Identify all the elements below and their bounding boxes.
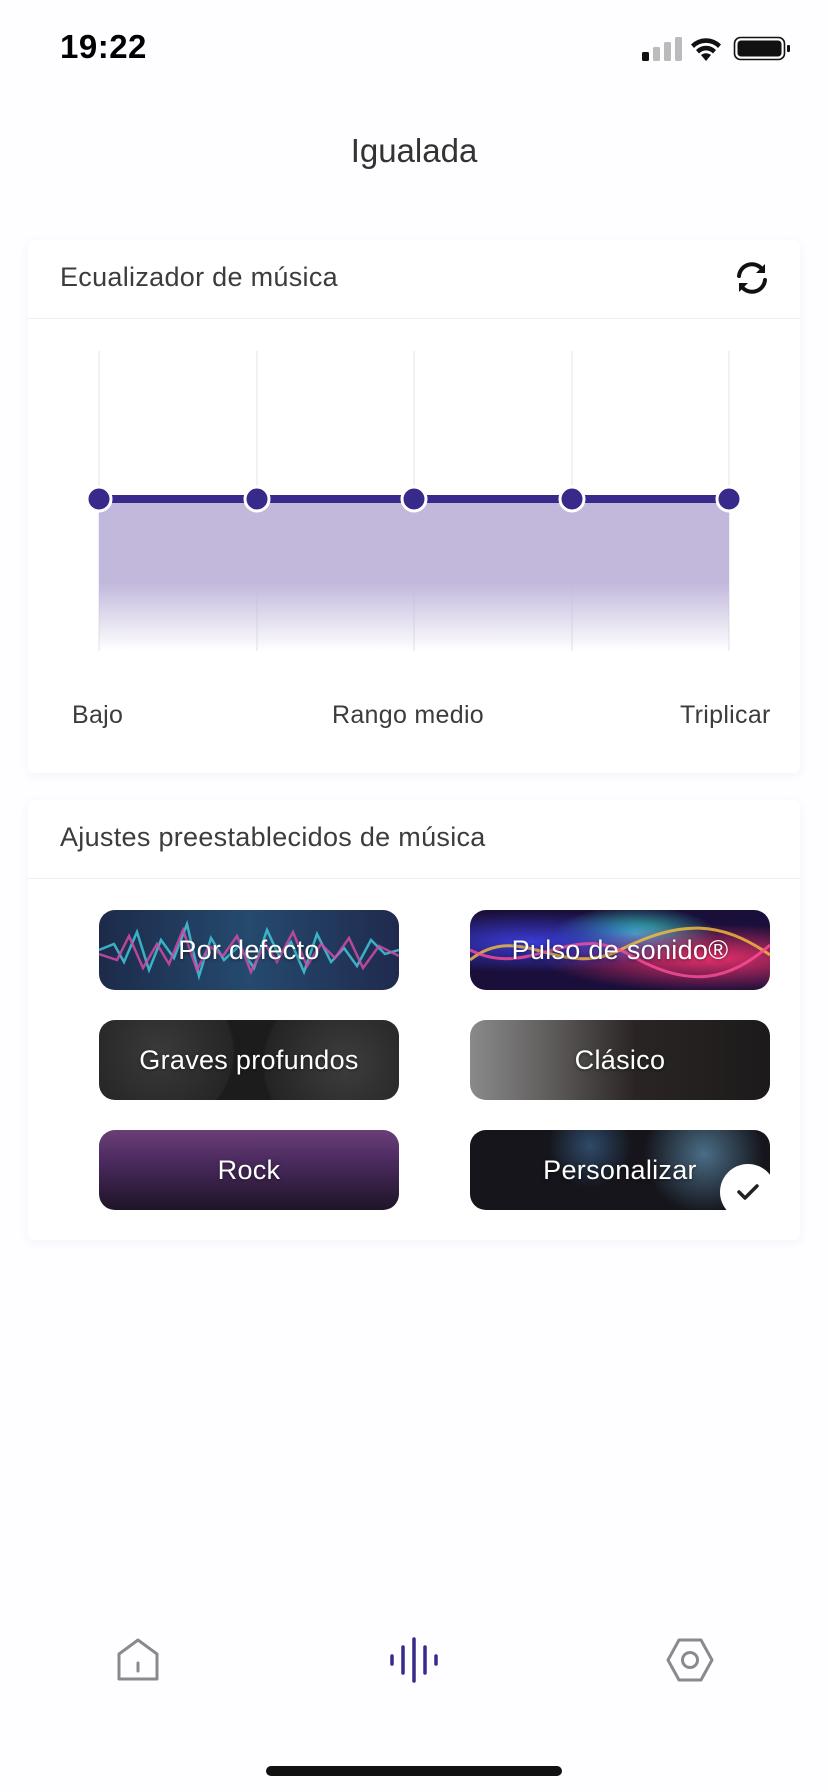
band-label-high: Triplicar bbox=[680, 701, 771, 729]
settings-hexagon-icon bbox=[666, 1638, 714, 1682]
equalizer-graph: Bajo Rango medio Triplicar bbox=[28, 319, 800, 769]
presets-title: Ajustes preestablecidos de música bbox=[60, 822, 486, 852]
preset-default-button[interactable]: Por defecto bbox=[99, 910, 399, 990]
selected-badge bbox=[720, 1164, 776, 1220]
tab-equalizer[interactable] bbox=[374, 1620, 454, 1700]
preset-label: Por defecto bbox=[178, 934, 320, 965]
checkmark-icon bbox=[737, 1184, 759, 1200]
tab-home[interactable] bbox=[98, 1620, 178, 1700]
presets-header: Ajustes preestablecidos de música bbox=[28, 800, 800, 879]
presets-card: Ajustes preestablecidos de música Por de… bbox=[28, 800, 800, 1240]
eq-band-knob-3[interactable] bbox=[558, 485, 586, 513]
eq-band-knob-1[interactable] bbox=[243, 485, 271, 513]
status-icons bbox=[642, 34, 792, 64]
cellular-signal-icon bbox=[642, 37, 682, 61]
preset-label: Graves profundos bbox=[139, 1044, 359, 1075]
bottom-navigation bbox=[0, 1620, 828, 1710]
status-time: 19:22 bbox=[60, 28, 147, 65]
preset-label: Pulso de sonido® bbox=[511, 934, 729, 965]
equalizer-card: Ecualizador de música Bajo Rango medio T… bbox=[28, 240, 800, 773]
refresh-icon bbox=[737, 262, 767, 294]
reset-equalizer-button[interactable] bbox=[732, 258, 772, 298]
soundwave-icon bbox=[390, 1637, 438, 1683]
eq-band-knob-2[interactable] bbox=[400, 485, 428, 513]
preset-label: Personalizar bbox=[543, 1154, 697, 1185]
band-label-mid: Rango medio bbox=[332, 701, 485, 729]
eq-band-knob-4[interactable] bbox=[715, 485, 743, 513]
equalizer-title: Ecualizador de música bbox=[60, 262, 338, 292]
preset-rock-button[interactable]: Rock bbox=[99, 1130, 399, 1210]
eq-band-knob-0[interactable] bbox=[85, 485, 113, 513]
tab-settings[interactable] bbox=[650, 1620, 730, 1700]
eq-area-fill bbox=[99, 499, 729, 651]
preset-label: Rock bbox=[217, 1154, 281, 1185]
page-title: Igualada bbox=[350, 132, 478, 169]
band-label-low: Bajo bbox=[72, 701, 124, 729]
home-indicator bbox=[266, 1766, 562, 1776]
preset-label: Clásico bbox=[574, 1044, 666, 1075]
preset-customize-button[interactable]: Personalizar bbox=[470, 1130, 776, 1220]
equalizer-header: Ecualizador de música bbox=[28, 240, 800, 319]
preset-sound-pulse-button[interactable]: Pulso de sonido® bbox=[470, 910, 770, 990]
preset-deep-bass-button[interactable]: Graves profundos bbox=[99, 1020, 399, 1100]
wifi-icon bbox=[691, 38, 721, 61]
battery-icon bbox=[733, 36, 790, 61]
home-icon bbox=[117, 1638, 159, 1681]
preset-classical-button[interactable]: Clásico bbox=[470, 1020, 770, 1100]
presets-grid: Por defecto Pulso de sonido® Graves prof… bbox=[28, 879, 800, 1234]
